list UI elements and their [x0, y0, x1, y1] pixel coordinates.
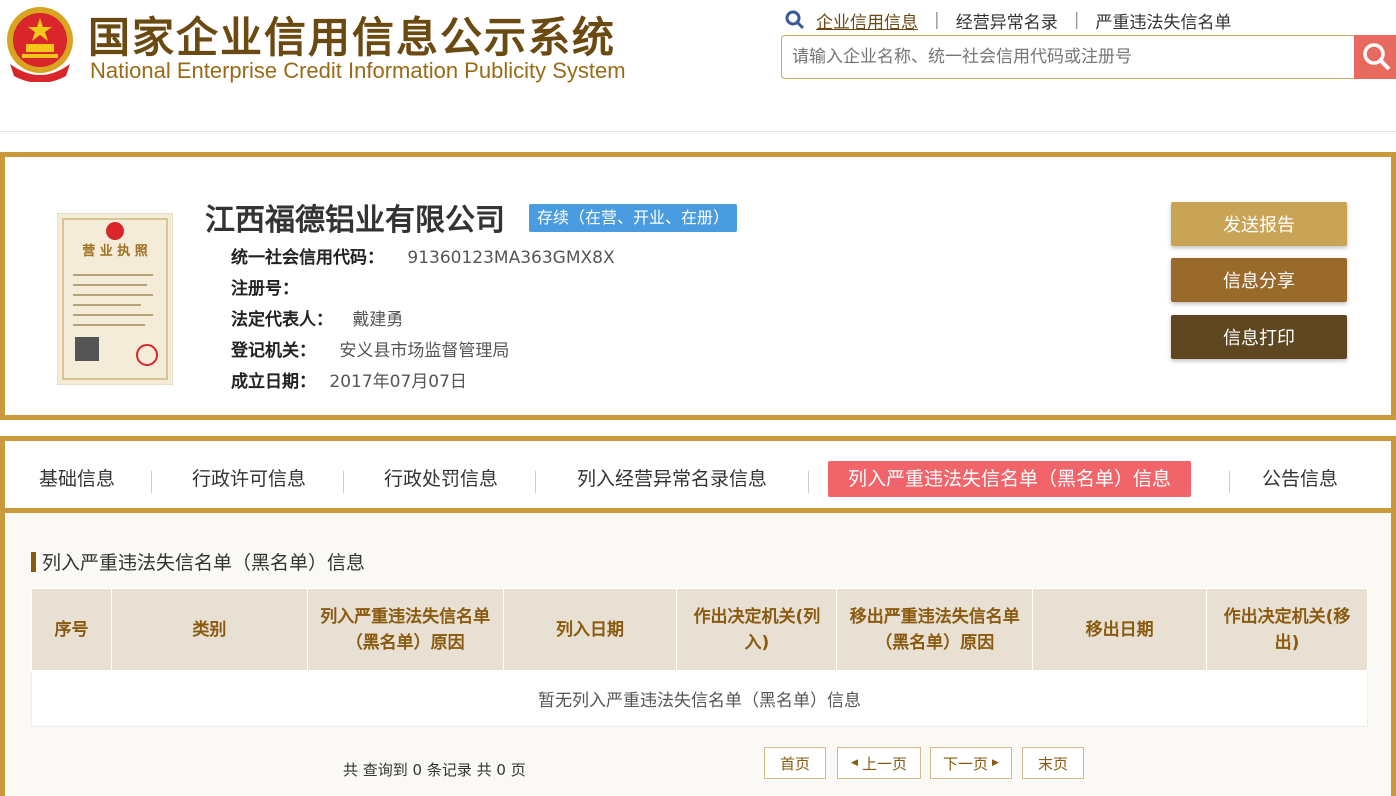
pager-info: 共 查询到 0 条记录 共 0 页: [343, 761, 526, 779]
info-label: 法定代表人：: [231, 310, 333, 330]
tab-separator: [151, 471, 152, 493]
detail-panel: 基础信息 行政许可信息 行政处罚信息 列入经营异常名录信息 列入严重违法失信名单…: [0, 436, 1396, 796]
info-value: 安义县市场监督管理局: [339, 341, 510, 361]
info-value: 2017年07月07日: [329, 372, 467, 392]
top-nav: 企业信用信息 | 经营异常名录 | 严重违法失信名单: [784, 8, 1231, 33]
status-badge: 存续（在营、开业、在册）: [529, 204, 738, 232]
pager-first-button[interactable]: 首页: [764, 747, 826, 779]
info-label: 统一社会信用代码：: [231, 248, 384, 268]
blacklist-table: 序号 类别 列入严重违法失信名单（黑名单）原因 列入日期 作出决定机关(列入) …: [31, 588, 1368, 727]
pager-next-label: 下一页: [943, 754, 989, 773]
info-credit-code: 统一社会信用代码： 91360123MA363GMX8X: [231, 243, 615, 268]
print-info-button[interactable]: 信息打印: [1171, 315, 1347, 359]
info-label: 成立日期：: [231, 372, 316, 392]
info-label: 登记机关：: [231, 341, 316, 361]
col-category: 类别: [110, 588, 308, 671]
col-remove-reason: 移出严重违法失信名单（黑名单）原因: [836, 588, 1034, 671]
send-report-button[interactable]: 发送报告: [1171, 202, 1347, 246]
tab-separator: [808, 471, 809, 493]
share-info-button[interactable]: 信息分享: [1171, 258, 1347, 302]
col-index: 序号: [31, 588, 112, 671]
tab-blacklist[interactable]: 列入严重违法失信名单（黑名单）信息: [828, 461, 1192, 497]
site-title-en: National Enterprise Credit Information P…: [90, 58, 626, 83]
info-value: 91360123MA363GMX8X: [407, 248, 615, 268]
tab-bar: 基础信息 行政许可信息 行政处罚信息 列入经营异常名录信息 列入严重违法失信名单…: [5, 441, 1391, 513]
site-title-cn: 国家企业信用信息公示系统: [88, 13, 617, 62]
national-emblem-icon: [7, 7, 73, 82]
tab-abnormal-list[interactable]: 列入经营异常名录信息: [577, 461, 767, 497]
info-legal-rep: 法定代表人： 戴建勇: [231, 305, 403, 330]
site-header: 国家企业信用信息公示系统 National Enterprise Credit …: [0, 0, 1396, 132]
nav-separator: |: [1073, 10, 1080, 30]
tab-separator: [343, 471, 344, 493]
svg-text:营 业 执 照: 营 业 执 照: [82, 243, 148, 259]
search-icon: [785, 10, 805, 30]
col-add-authority: 作出决定机关(列入): [676, 588, 838, 671]
tab-separator: [1229, 471, 1230, 493]
nav-blacklist[interactable]: 严重违法失信名单: [1095, 8, 1231, 33]
section-title-text: 列入严重违法失信名单（黑名单）信息: [42, 552, 366, 574]
table-row: 暂无列入严重违法失信名单（黑名单）信息: [31, 670, 1368, 727]
search-input[interactable]: [781, 35, 1355, 79]
section-title: 列入严重违法失信名单（黑名单）信息: [31, 548, 365, 575]
pager-next-button[interactable]: 下一页 ▶: [930, 747, 1012, 779]
col-add-reason: 列入严重违法失信名单（黑名单）原因: [306, 588, 504, 671]
nav-abnormal-list[interactable]: 经营异常名录: [956, 8, 1058, 33]
tab-admin-penalty[interactable]: 行政处罚信息: [384, 461, 498, 497]
company-name: 江西福德铝业有限公司: [205, 203, 505, 238]
tab-basic-info[interactable]: 基础信息: [39, 461, 115, 497]
search-button[interactable]: [1354, 35, 1396, 79]
info-founded: 成立日期： 2017年07月07日: [231, 367, 467, 392]
pager-last-button[interactable]: 末页: [1022, 747, 1084, 779]
tab-announcement[interactable]: 公告信息: [1262, 461, 1338, 497]
search-icon: [1363, 43, 1391, 71]
company-card: 营 业 执 照 江西福德铝业有限公司 存续（在营、开业、在册） 统一社会信用代码…: [0, 152, 1396, 420]
pager-prev-button[interactable]: ◀ 上一页: [837, 747, 921, 779]
col-remove-date: 移出日期: [1032, 588, 1208, 671]
info-reg-authority: 登记机关： 安义县市场监督管理局: [231, 336, 509, 361]
chevron-left-icon: ◀: [851, 758, 858, 768]
info-label: 注册号：: [231, 279, 299, 299]
nav-separator: |: [934, 10, 940, 30]
tab-separator: [535, 471, 536, 493]
col-add-date: 列入日期: [502, 588, 678, 671]
info-value: 戴建勇: [352, 310, 404, 330]
business-license-icon[interactable]: 营 业 执 照: [57, 213, 173, 385]
tab-admin-license[interactable]: 行政许可信息: [192, 461, 306, 497]
nav-enterprise-credit[interactable]: 企业信用信息: [816, 8, 918, 33]
chevron-right-icon: ▶: [992, 758, 999, 768]
pager-prev-label: 上一页: [861, 754, 907, 773]
section-marker: [31, 551, 36, 572]
empty-message: 暂无列入严重违法失信名单（黑名单）信息: [31, 670, 1368, 727]
table-header-row: 序号 类别 列入严重违法失信名单（黑名单）原因 列入日期 作出决定机关(列入) …: [31, 588, 1368, 671]
col-remove-authority: 作出决定机关(移出): [1206, 588, 1368, 671]
info-reg-no: 注册号：: [231, 274, 299, 299]
